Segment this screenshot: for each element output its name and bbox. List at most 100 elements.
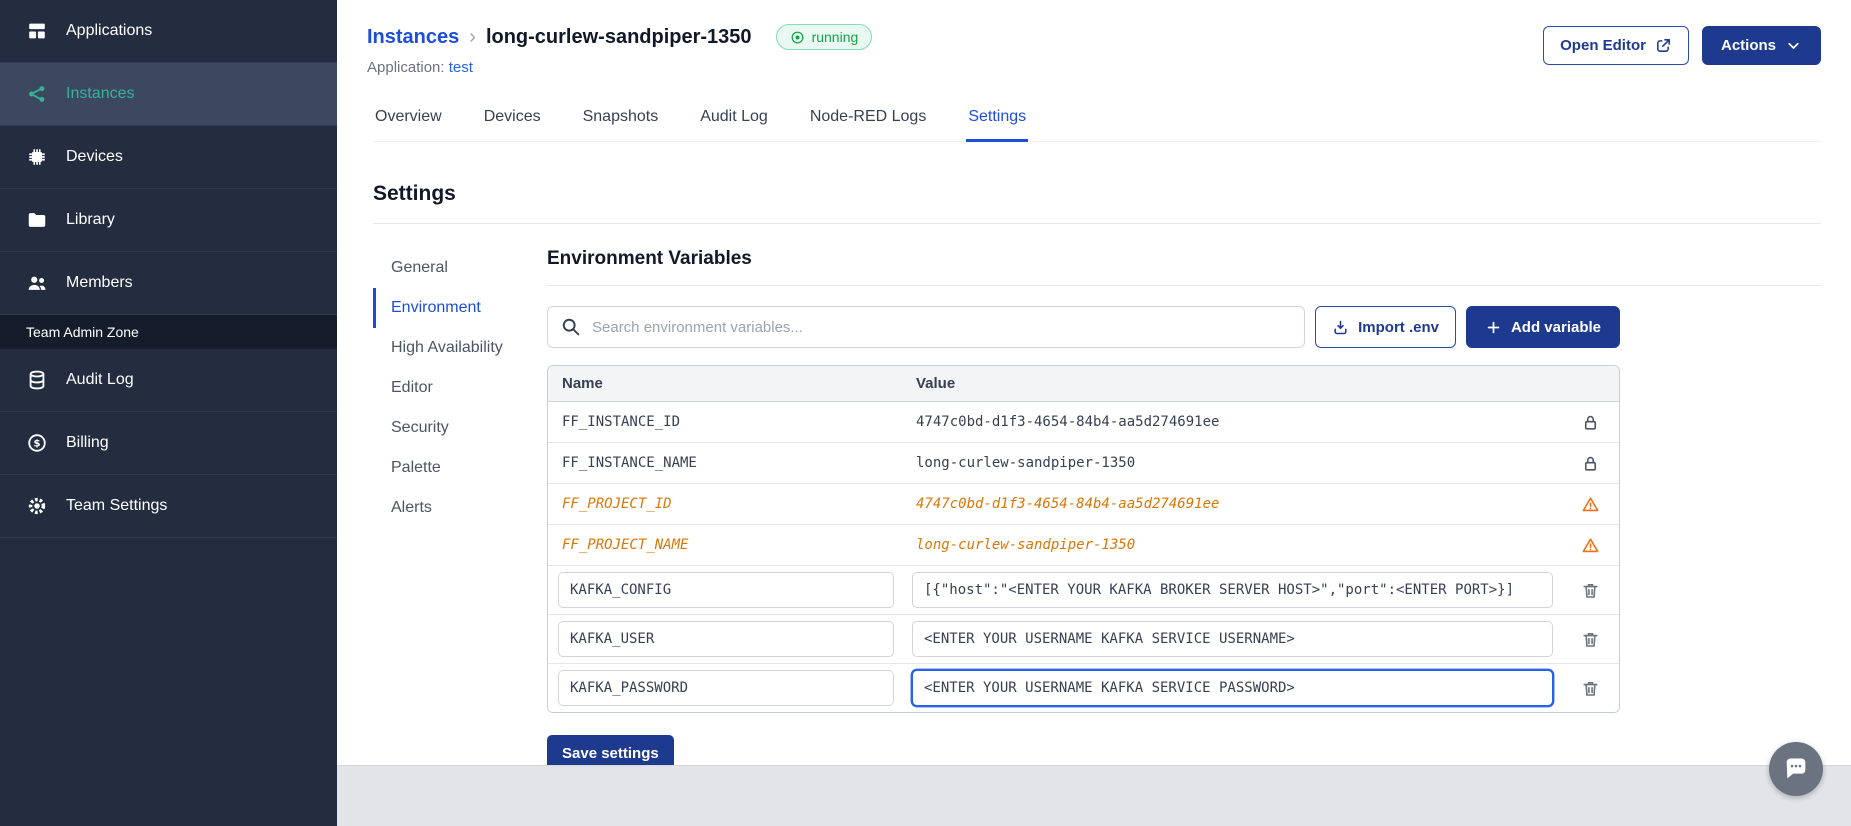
column-header-value: Value [916,375,956,392]
sidebar-item-members[interactable]: Members [0,252,337,315]
delete-variable-button[interactable] [1579,579,1602,602]
subnav-environment[interactable]: Environment [373,288,511,328]
table-row: FF_PROJECT_NAME long-curlew-sandpiper-13… [548,525,1619,566]
subnav-palette[interactable]: Palette [373,448,511,488]
chevron-down-icon [1788,42,1799,49]
external-link-icon [1657,39,1670,52]
delete-variable-button[interactable] [1579,677,1602,700]
sidebar-item-library[interactable]: Library [0,189,337,252]
add-variable-label: Add variable [1510,318,1601,336]
warning-icon [1582,537,1598,552]
running-status-icon [791,31,803,43]
sidebar-item-applications[interactable]: Applications [0,0,337,63]
env-var-name: FF_INSTANCE_ID [562,414,681,430]
sidebar-item-billing[interactable]: $ Billing [0,412,337,475]
actions-label: Actions [1720,37,1776,54]
header-actions: Open Editor Actions [1543,26,1821,65]
lock-icon [1584,456,1596,471]
env-var-name-input[interactable] [558,572,894,608]
env-variables-table: Name Value FF_INSTANCE_ID 4747c0bd-d1f3-… [547,365,1620,713]
add-variable-button[interactable]: Add variable [1465,306,1620,348]
sidebar-item-devices[interactable]: Devices [0,126,337,189]
sidebar-item-label: Instances [66,85,135,102]
tab-audit-log[interactable]: Audit Log [698,102,770,142]
open-editor-button[interactable]: Open Editor [1543,26,1689,65]
table-row [548,566,1619,615]
chat-widget-button[interactable] [1769,742,1823,796]
settings-body: General Environment High Availability Ed… [373,248,1821,772]
env-toolbar: Import .env Add variable [547,306,1620,348]
subnav-high-availability[interactable]: High Availability [373,328,511,368]
sidebar-item-label: Team Settings [66,497,168,514]
svg-text:$: $ [33,439,40,450]
instance-name: long-curlew-sandpiper-1350 [485,25,752,48]
table-row: FF_PROJECT_ID 4747c0bd-d1f3-4654-84b4-aa… [548,484,1619,525]
library-icon [26,209,48,231]
chat-bubble-icon [1786,758,1806,779]
environment-variables-title: Environment Variables [547,248,1821,286]
sidebar-item-label: Library [66,211,115,228]
main-content: Instances › long-curlew-sandpiper-1350 r… [337,0,1851,826]
delete-variable-button[interactable] [1579,628,1602,651]
sidebar: Applications Instances Devices Library M… [0,0,337,826]
subnav-security[interactable]: Security [373,408,511,448]
tab-settings[interactable]: Settings [966,102,1029,142]
settings-page-title: Settings [373,182,1821,224]
members-icon [26,272,48,294]
billing-icon: $ [26,432,48,454]
search-icon [562,318,580,336]
devices-icon [26,146,48,168]
column-header-name: Name [562,375,603,392]
sidebar-item-team-settings[interactable]: Team Settings [0,475,337,538]
settings-gear-icon [26,495,48,517]
audit-log-icon [26,369,48,391]
sidebar-item-audit-log[interactable]: Audit Log [0,349,337,412]
application-name-link[interactable]: test [449,59,473,76]
instances-icon [26,83,48,105]
sidebar-item-label: Members [66,274,133,291]
search-input[interactable] [547,306,1306,348]
status-badge-label: running [811,29,859,45]
lock-icon [1584,415,1596,430]
subnav-alerts[interactable]: Alerts [373,488,511,528]
tab-snapshots[interactable]: Snapshots [581,102,661,142]
tab-devices[interactable]: Devices [482,102,543,142]
env-var-value: 4747c0bd-d1f3-4654-84b4-aa5d274691ee [916,414,1220,430]
env-var-value-input[interactable] [912,621,1553,657]
import-env-label: Import .env [1358,318,1439,336]
application-label: Application: [367,59,445,76]
sidebar-item-label: Billing [66,434,109,451]
actions-button[interactable]: Actions [1701,26,1821,65]
sidebar-item-label: Devices [66,148,123,165]
subnav-editor[interactable]: Editor [373,368,511,408]
env-var-value-input[interactable] [912,670,1553,706]
plus-icon [1487,321,1500,333]
table-row [548,664,1619,712]
settings-subnav: General Environment High Availability Ed… [373,248,511,772]
tab-overview[interactable]: Overview [373,102,444,142]
trash-icon [1582,681,1598,696]
warning-icon [1582,496,1598,511]
environment-panel: Environment Variables Import .env Add va… [547,248,1821,772]
search-box [547,306,1306,348]
breadcrumb-separator: › [469,25,476,48]
env-var-name-input[interactable] [558,621,894,657]
subnav-general[interactable]: General [373,248,511,288]
table-row [548,615,1619,664]
import-env-button[interactable]: Import .env [1315,306,1456,348]
env-var-value-input[interactable] [912,572,1553,608]
env-var-value: 4747c0bd-d1f3-4654-84b4-aa5d274691ee [916,496,1220,512]
import-file-icon [1334,320,1347,334]
sidebar-item-label: Applications [66,22,153,39]
table-row: FF_INSTANCE_ID 4747c0bd-d1f3-4654-84b4-a… [548,402,1619,443]
tab-node-red-logs[interactable]: Node-RED Logs [808,102,929,142]
env-var-name: FF_PROJECT_ID [562,496,672,512]
team-admin-zone-label: Team Admin Zone [0,315,337,349]
breadcrumb-instances-link[interactable]: Instances [367,26,459,49]
env-var-value: long-curlew-sandpiper-1350 [916,455,1136,471]
env-var-name: FF_INSTANCE_NAME [562,455,697,471]
applications-icon [26,20,48,42]
sidebar-item-instances[interactable]: Instances [0,63,337,126]
env-var-name-input[interactable] [558,670,894,706]
table-header-row: Name Value [548,366,1619,402]
